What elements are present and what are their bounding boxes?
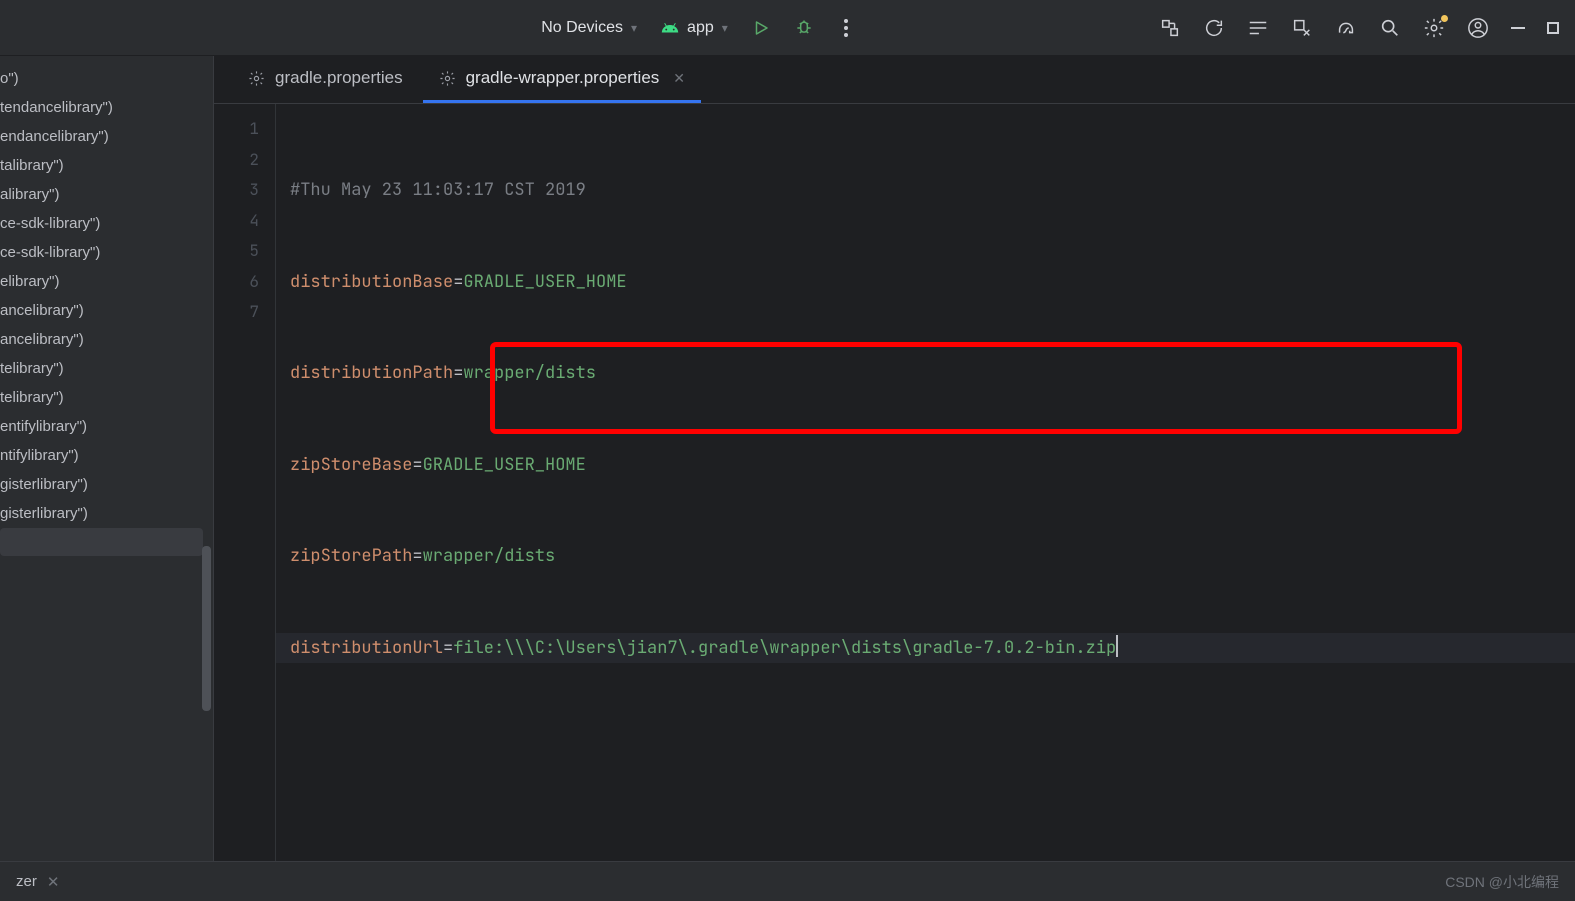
reload-icon[interactable]: [1203, 17, 1225, 39]
close-icon[interactable]: ✕: [47, 873, 60, 891]
code-value: wrapper/dists: [463, 362, 596, 384]
line-number: 4: [214, 206, 275, 237]
code-value: GRADLE_USER_HOME: [423, 454, 586, 476]
layout-icon[interactable]: [1247, 17, 1269, 39]
tree-item[interactable]: ancelibrary"): [0, 325, 213, 354]
device-selector[interactable]: No Devices ▾: [541, 19, 637, 37]
project-sidebar[interactable]: o") tendancelibrary") endancelibrary") t…: [0, 56, 214, 861]
tree-item[interactable]: ntifylibrary"): [0, 441, 213, 470]
code-key: distributionBase: [290, 271, 453, 293]
tree-item[interactable]: entifylibrary"): [0, 412, 213, 441]
code-key: distributionUrl: [290, 637, 443, 659]
search-icon[interactable]: [1379, 17, 1401, 39]
watermark: CSDN @小北编程: [1445, 872, 1559, 892]
tree-item[interactable]: gisterlibrary"): [0, 499, 213, 528]
tab-label: gradle-wrapper.properties: [466, 68, 660, 88]
inspect-icon[interactable]: [1291, 17, 1313, 39]
tree-item[interactable]: endancelibrary"): [0, 122, 213, 151]
tree-item[interactable]: telibrary"): [0, 383, 213, 412]
android-icon: [661, 19, 679, 37]
tab-gradle-properties[interactable]: gradle.properties: [232, 57, 419, 103]
line-number: 5: [214, 236, 275, 267]
code-value: file:\\\C:\Users\jian7\.gradle\wrapper\d…: [453, 637, 1116, 659]
editor-tabs: gradle.properties gradle-wrapper.propert…: [214, 56, 1575, 104]
tree-item[interactable]: ancelibrary"): [0, 296, 213, 325]
tree-item[interactable]: telibrary"): [0, 354, 213, 383]
line-number: 6: [214, 267, 275, 298]
close-icon[interactable]: ✕: [673, 70, 685, 87]
scrollbar-thumb[interactable]: [202, 546, 211, 711]
status-text: zer: [16, 873, 37, 890]
maximize-window-icon[interactable]: [1547, 22, 1559, 34]
account-icon[interactable]: [1467, 17, 1489, 39]
gear-icon: [248, 70, 265, 87]
elephant-icon[interactable]: [1335, 17, 1357, 39]
code-value: GRADLE_USER_HOME: [463, 271, 626, 293]
tab-gradle-wrapper-properties[interactable]: gradle-wrapper.properties ✕: [423, 57, 701, 103]
settings-icon[interactable]: [1423, 17, 1445, 39]
run-config-selector[interactable]: app ▾: [661, 19, 728, 37]
gutter: 1 2 3 4 5 6 7: [214, 104, 276, 861]
chevron-down-icon: ▾: [631, 21, 637, 35]
code-content[interactable]: #Thu May 23 11:03:17 CST 2019 distributi…: [276, 104, 1575, 861]
code-area[interactable]: 1 2 3 4 5 6 7 #Thu May 23 11:03:17 CST 2…: [214, 104, 1575, 861]
editor: gradle.properties gradle-wrapper.propert…: [214, 56, 1575, 861]
chevron-down-icon: ▾: [722, 21, 728, 35]
statusbar: zer ✕ CSDN @小北编程: [0, 861, 1575, 901]
device-selector-label: No Devices: [541, 19, 623, 37]
more-icon[interactable]: [838, 19, 854, 37]
tree-item[interactable]: gisterlibrary"): [0, 470, 213, 499]
code-value: wrapper/dists: [423, 545, 556, 567]
tree-item[interactable]: talibrary"): [0, 151, 213, 180]
line-number: 2: [214, 145, 275, 176]
line-number: 1: [214, 114, 275, 145]
run-icon[interactable]: [752, 19, 770, 37]
code-comment: #Thu May 23 11:03:17 CST 2019: [290, 179, 586, 201]
debug-icon[interactable]: [794, 18, 814, 38]
tree-item[interactable]: elibrary"): [0, 267, 213, 296]
toolbar: No Devices ▾ app ▾: [0, 0, 1575, 56]
tree-item-selected[interactable]: [0, 528, 203, 556]
tree-item[interactable]: ce-sdk-library"): [0, 238, 213, 267]
gear-icon: [439, 70, 456, 87]
text-cursor: [1116, 635, 1118, 657]
code-key: distributionPath: [290, 362, 453, 384]
tree-item[interactable]: ce-sdk-library"): [0, 209, 213, 238]
line-number: 3: [214, 175, 275, 206]
tree-item[interactable]: tendancelibrary"): [0, 93, 213, 122]
main: o") tendancelibrary") endancelibrary") t…: [0, 56, 1575, 861]
tree-item[interactable]: alibrary"): [0, 180, 213, 209]
line-number: 7: [214, 297, 275, 328]
run-config-label: app: [687, 19, 714, 37]
minimize-window-icon[interactable]: [1511, 27, 1525, 29]
code-key: zipStorePath: [290, 545, 412, 567]
code-key: zipStoreBase: [290, 454, 412, 476]
code-with-me-icon[interactable]: [1159, 17, 1181, 39]
tree-item[interactable]: o"): [0, 64, 213, 93]
tab-label: gradle.properties: [275, 68, 403, 88]
